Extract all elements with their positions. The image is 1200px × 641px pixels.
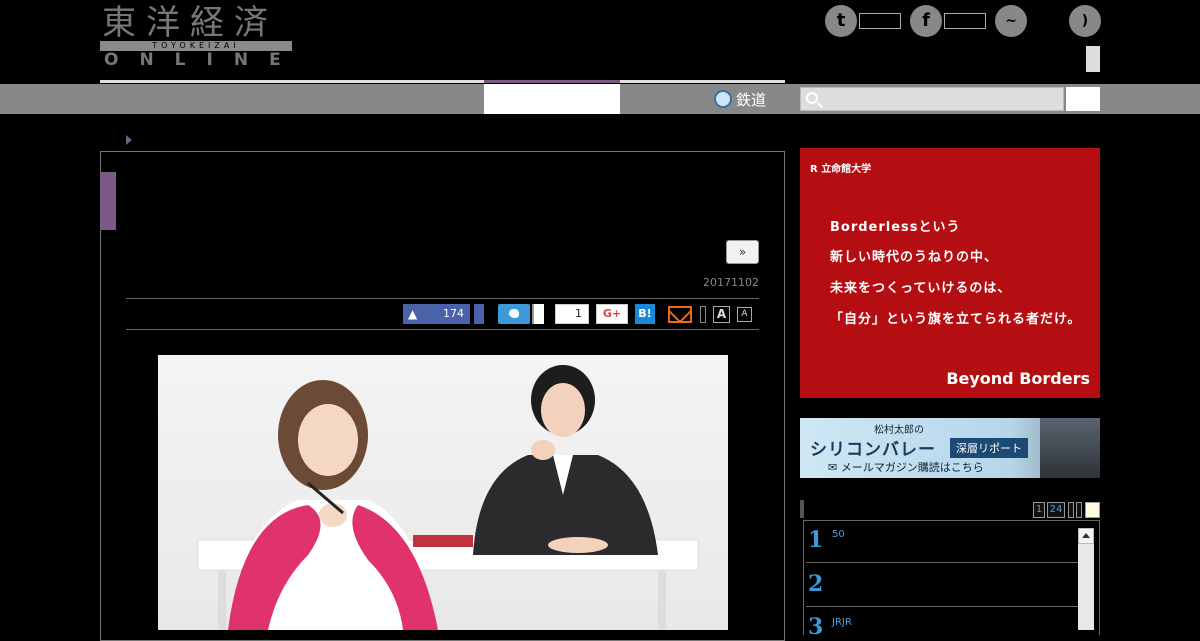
print-button[interactable] [700, 306, 706, 323]
newsletter-banner[interactable]: 松村太郎の シリコンバレー 深層リポート ✉ メールマガジン購読はこちら [800, 418, 1100, 478]
facebook-share-button[interactable] [474, 304, 484, 324]
banner-main: シリコンバレー [810, 440, 936, 460]
twitter-icon[interactable]: t [825, 5, 857, 37]
breadcrumb-arrow-icon [126, 135, 132, 145]
twitter-share-button[interactable] [498, 304, 530, 324]
banner-tag: 深層リポート [950, 438, 1028, 458]
divider [126, 329, 759, 330]
ad-line: 未来をつくっていけるのは、 [830, 281, 1012, 296]
search-icon [806, 92, 818, 104]
search-input[interactable] [800, 87, 1064, 111]
ranking-tab[interactable] [1076, 502, 1082, 518]
rank-number: 3 [808, 614, 824, 640]
thumbs-up-icon: ▲ [408, 307, 418, 321]
twitter-share-count [532, 304, 544, 324]
rank-title[interactable]: JRJR [832, 617, 852, 628]
ad-line: 「自分」という旗を立てられる者だけ。 [830, 312, 1082, 327]
pocket-button[interactable]: 1 [555, 304, 589, 324]
ranking-tab-highlight[interactable] [1085, 502, 1100, 518]
divider [806, 562, 1078, 563]
ranking-tab-1[interactable]: 1 [1033, 502, 1045, 518]
nav-active-accent [484, 80, 620, 83]
article-photo [158, 355, 728, 630]
logo-online: ONLINE [104, 50, 302, 70]
nav-rail-label: 鉄道 [736, 90, 767, 109]
ranking-tab-24[interactable]: 24 [1047, 502, 1065, 518]
google-plus-button[interactable]: G+ [596, 304, 628, 324]
rank-title[interactable]: 50 [832, 529, 845, 540]
twitter-count [859, 13, 901, 29]
rank-number: 1 [808, 527, 824, 553]
sidebar-ad-ritsumeikan[interactable]: R 立命館大学 Borderlessという 新しい時代のうねりの中、 未来をつく… [800, 148, 1100, 398]
messenger-icon[interactable]: ~ [995, 5, 1027, 37]
nav-top-line [100, 80, 785, 83]
mail-icon[interactable] [668, 306, 692, 323]
ad-university-name: 立命館大学 [821, 164, 872, 175]
nav-item-active[interactable] [484, 84, 620, 114]
ad-line: 新しい時代のうねりの中、 [830, 250, 999, 265]
font-small-button[interactable]: A [737, 307, 752, 322]
scroll-up-icon[interactable] [1078, 528, 1094, 544]
banner-bottom-text: メールマガジン購読はこちら [840, 461, 984, 474]
search-button[interactable] [1066, 87, 1100, 111]
ranking-tab[interactable] [1068, 502, 1074, 518]
hatena-bookmark-button[interactable]: B! [635, 304, 655, 324]
ad-line: Borderlessという [830, 220, 961, 235]
ad-tagline: Beyond Borders [946, 369, 1090, 388]
facebook-icon[interactable]: f [910, 5, 942, 37]
font-large-button[interactable]: A [713, 306, 730, 323]
next-page-button[interactable]: » [726, 240, 759, 264]
facebook-like-button[interactable]: ▲ 174 [403, 304, 470, 324]
like-count: 174 [443, 307, 464, 320]
rank-number: 2 [808, 571, 824, 597]
banner-bottom: ✉ メールマガジン購読はこちら [828, 461, 984, 474]
divider [806, 606, 1078, 607]
divider [126, 298, 759, 299]
banner-person-photo [1040, 418, 1100, 478]
header-menu-button[interactable] [1086, 46, 1100, 72]
title-accent-bar [100, 172, 116, 230]
nav-item-rail[interactable]: 鉄道 [714, 87, 766, 111]
article-date: 20171102 [703, 276, 759, 289]
train-icon [714, 90, 732, 108]
rss-icon[interactable]: ) [1069, 5, 1101, 37]
facebook-count [944, 13, 986, 29]
banner-top: 松村太郎の [874, 425, 924, 436]
logo-kanji: 東洋経済 [102, 3, 278, 43]
ad-university-logo: R 立命館大学 [810, 164, 872, 175]
